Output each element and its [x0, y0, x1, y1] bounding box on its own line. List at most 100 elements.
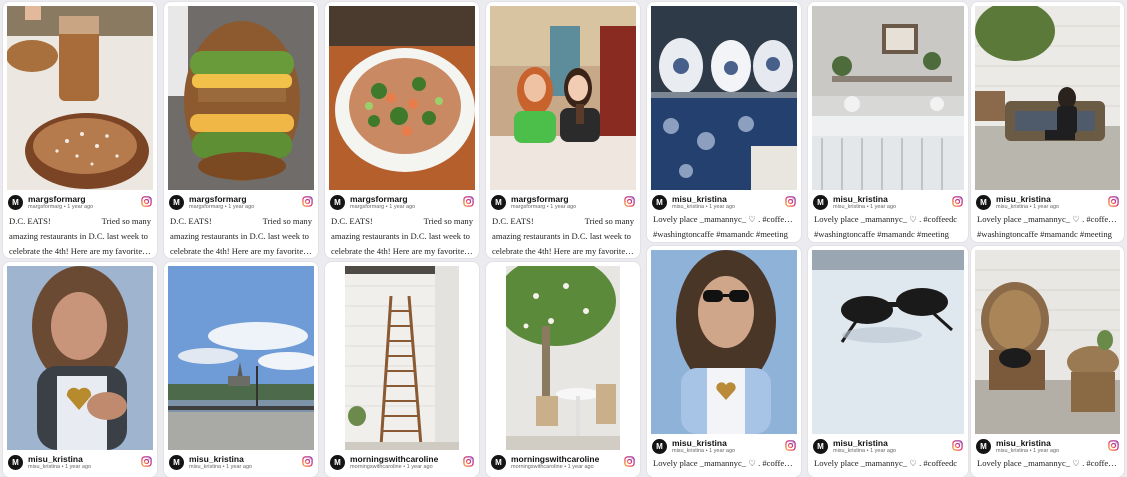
caption-text: amazing restaurants in D.C. last week to	[492, 231, 631, 241]
avatar[interactable]: M	[330, 195, 345, 210]
post-card[interactable]: M misu_kristina misu_kristina • 1 year a…	[971, 246, 1124, 477]
post-card[interactable]: M misu_kristina misu_kristina • 1 year a…	[971, 2, 1124, 242]
post-card[interactable]: M misu_kristina misu_kristina • 1 year a…	[647, 2, 801, 242]
post-meta: misu_kristina • 1 year ago	[996, 204, 1060, 210]
post-meta: misu_kristina • 1 year ago	[189, 464, 253, 470]
caption-text: amazing restaurants in D.C. last week to	[331, 231, 470, 241]
instagram-icon[interactable]	[463, 196, 474, 207]
avatar[interactable]: M	[169, 455, 184, 470]
post-author: M morningswithcaroline morningswithcarol…	[491, 453, 635, 473]
instagram-icon[interactable]	[952, 196, 963, 207]
instagram-icon[interactable]	[624, 456, 635, 467]
post-photo[interactable]	[651, 250, 797, 434]
post-photo[interactable]	[7, 6, 153, 190]
username[interactable]: misu_kristina	[672, 194, 727, 204]
post-photo[interactable]	[345, 266, 459, 450]
caption-text: #washingtoncaffe #mamandc #meeting	[814, 229, 949, 239]
caption-text: Tried so many	[262, 216, 312, 226]
post-card[interactable]: M morningswithcaroline morningswithcarol…	[325, 262, 479, 477]
post-caption: D.C. EATS! Tried so many amazing restaura…	[170, 214, 312, 258]
avatar[interactable]: M	[330, 455, 345, 470]
username[interactable]: misu_kristina	[833, 194, 888, 204]
instagram-icon[interactable]	[624, 196, 635, 207]
avatar[interactable]: M	[169, 195, 184, 210]
avatar[interactable]: M	[976, 195, 991, 210]
avatar[interactable]: M	[652, 195, 667, 210]
avatar[interactable]: M	[813, 439, 828, 454]
username[interactable]: morningswithcaroline	[350, 454, 438, 464]
instagram-icon[interactable]	[302, 456, 313, 467]
username[interactable]: misu_kristina	[28, 454, 83, 464]
post-photo[interactable]	[812, 6, 964, 190]
post-photo[interactable]	[975, 6, 1120, 190]
caption-text: #washingtoncaffe #mamandc #meeting	[977, 229, 1112, 239]
post-caption: Lovely place _mamannyc_ ♡ . #coffeedc #w…	[653, 212, 795, 242]
instagram-icon[interactable]	[785, 440, 796, 451]
username[interactable]: misu_kristina	[672, 438, 727, 448]
instagram-icon[interactable]	[141, 456, 152, 467]
instagram-icon[interactable]	[141, 196, 152, 207]
post-photo[interactable]	[506, 266, 620, 450]
avatar[interactable]: M	[976, 439, 991, 454]
post-photo[interactable]	[812, 250, 964, 434]
caption-text: Lovely place _mamannyc_ ♡ . #coffeedc	[977, 458, 1118, 468]
post-card[interactable]: M misu_kristina misu_kristina • 1 year a…	[647, 246, 801, 477]
post-photo[interactable]	[490, 6, 636, 190]
username[interactable]: misu_kristina	[996, 438, 1051, 448]
post-meta: margsformarg • 1 year ago	[28, 204, 94, 210]
post-photo[interactable]	[975, 250, 1120, 434]
post-photo[interactable]	[168, 266, 314, 450]
caption-text: amazing restaurants in D.C. last week to	[9, 231, 148, 241]
avatar[interactable]: M	[652, 439, 667, 454]
post-author: M misu_kristina misu_kristina • 1 year a…	[652, 437, 796, 457]
caption-text: Lovely place _mamannyc_ ♡ . #coffeedc	[814, 458, 958, 468]
caption-text: celebrate the 4th! Here are my favorite …	[492, 246, 634, 256]
avatar[interactable]: M	[813, 195, 828, 210]
post-author: M misu_kristina misu_kristina • 1 year a…	[8, 453, 152, 473]
instagram-icon[interactable]	[1108, 196, 1119, 207]
post-card[interactable]: M margsformarg margsformarg • 1 year ago…	[325, 2, 479, 258]
post-card[interactable]: M morningswithcaroline morningswithcarol…	[486, 262, 640, 477]
username[interactable]: margsformarg	[350, 194, 408, 204]
username[interactable]: margsformarg	[189, 194, 247, 204]
instagram-icon[interactable]	[952, 440, 963, 451]
avatar[interactable]: M	[8, 455, 23, 470]
instagram-icon[interactable]	[463, 456, 474, 467]
post-photo[interactable]	[168, 6, 314, 190]
post-photo[interactable]	[7, 266, 153, 450]
post-author: M morningswithcaroline morningswithcarol…	[330, 453, 474, 473]
post-card[interactable]: M margsformarg margsformarg • 1 year ago…	[164, 2, 318, 258]
post-card[interactable]: M misu_kristina misu_kristina • 1 year a…	[164, 262, 318, 477]
avatar[interactable]: M	[491, 195, 506, 210]
caption-text: amazing restaurants in D.C. last week to	[170, 231, 309, 241]
post-card[interactable]: M margsformarg margsformarg • 1 year ago…	[486, 2, 640, 258]
caption-text: celebrate the 4th! Here are my favorite …	[9, 246, 151, 256]
username[interactable]: morningswithcaroline	[511, 454, 599, 464]
post-caption: Lovely place _mamannyc_ ♡ . #coffeedc #w…	[977, 212, 1118, 242]
post-meta: morningswithcaroline • 1 year ago	[350, 464, 433, 470]
post-meta: misu_kristina • 1 year ago	[28, 464, 92, 470]
avatar[interactable]: M	[8, 195, 23, 210]
instagram-icon[interactable]	[1108, 440, 1119, 451]
post-caption: D.C. EATS! Tried so many amazing restaura…	[9, 214, 151, 258]
username[interactable]: misu_kristina	[189, 454, 244, 464]
post-author: M misu_kristina misu_kristina • 1 year a…	[169, 453, 313, 473]
username[interactable]: misu_kristina	[996, 194, 1051, 204]
post-author: M misu_kristina misu_kristina • 1 year a…	[652, 193, 796, 213]
instagram-icon[interactable]	[302, 196, 313, 207]
avatar[interactable]: M	[491, 455, 506, 470]
post-meta: misu_kristina • 1 year ago	[833, 448, 897, 454]
post-meta: misu_kristina • 1 year ago	[996, 448, 1060, 454]
post-photo[interactable]	[329, 6, 475, 190]
post-card[interactable]: M margsformarg margsformarg • 1 year ago…	[3, 2, 157, 258]
post-card[interactable]: M misu_kristina misu_kristina • 1 year a…	[808, 246, 968, 477]
username[interactable]: misu_kristina	[833, 438, 888, 448]
post-meta: misu_kristina • 1 year ago	[672, 448, 736, 454]
username[interactable]: margsformarg	[511, 194, 569, 204]
username[interactable]: margsformarg	[28, 194, 86, 204]
instagram-icon[interactable]	[785, 196, 796, 207]
post-card[interactable]: M misu_kristina misu_kristina • 1 year a…	[808, 2, 968, 242]
post-card[interactable]: M misu_kristina misu_kristina • 1 year a…	[3, 262, 157, 477]
caption-title: D.C. EATS!	[9, 216, 51, 226]
post-photo[interactable]	[651, 6, 797, 190]
